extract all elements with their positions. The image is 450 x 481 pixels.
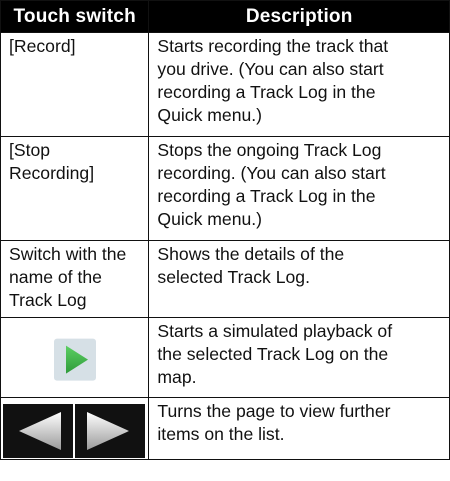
table-header-row: Touch switch Description (0, 0, 450, 33)
table-row: [Record] Starts recording the track that… (0, 32, 450, 137)
description-text: Starts recording the track that you driv… (157, 36, 389, 125)
description-cell: Starts recording the track that you driv… (148, 32, 450, 137)
table-row: Switch with the name of the Track Log Sh… (0, 240, 450, 318)
stop-recording-switch-label: [Stop Recording] (9, 140, 95, 183)
header-touch-switch: Touch switch (0, 0, 150, 33)
description-text: Turns the page to view further items on … (157, 401, 391, 444)
switch-cell (0, 397, 150, 460)
record-switch-label: [Record] (9, 36, 76, 56)
switch-cell: [Record] (0, 32, 150, 137)
page-nav-buttons (3, 404, 145, 458)
description-cell: Shows the details of the selected Track … (148, 240, 450, 318)
description-text: Starts a simulated playback of the selec… (157, 321, 393, 387)
description-text: Stops the ongoing Track Log recording. (… (157, 140, 386, 229)
switch-cell (0, 317, 150, 398)
description-cell: Turns the page to view further items on … (148, 397, 450, 460)
table-row: [Stop Recording] Stops the ongoing Track… (0, 136, 450, 241)
previous-arrow-icon (3, 404, 73, 458)
description-cell: Starts a simulated playback of the selec… (148, 317, 450, 398)
next-arrow-icon (75, 404, 145, 458)
switch-cell: [Stop Recording] (0, 136, 150, 241)
table-row: Starts a simulated playback of the selec… (0, 317, 450, 398)
track-log-switch-label: Switch with the name of the Track Log (9, 244, 127, 310)
header-description: Description (148, 0, 450, 33)
table-row: Turns the page to view further items on … (0, 397, 450, 460)
description-cell: Stops the ongoing Track Log recording. (… (148, 136, 450, 241)
play-icon (53, 338, 96, 381)
switch-cell: Switch with the name of the Track Log (0, 240, 150, 318)
touch-switch-table: Touch switch Description [Record] Starts… (0, 0, 450, 460)
description-text: Shows the details of the selected Track … (157, 244, 345, 287)
